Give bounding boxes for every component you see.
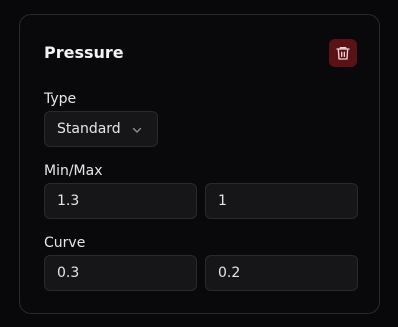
pressure-card: Pressure Type Standard Min/Max 1.3 1 Cur… xyxy=(19,14,380,314)
curve-second-input[interactable]: 0.2 xyxy=(205,255,358,291)
delete-button[interactable] xyxy=(329,39,357,67)
card-title: Pressure xyxy=(44,43,124,62)
type-label: Type xyxy=(44,91,77,107)
min-max-label: Min/Max xyxy=(44,163,103,179)
type-select[interactable]: Standard xyxy=(44,111,158,147)
max-input[interactable]: 1 xyxy=(205,183,358,219)
curve-first-input[interactable]: 0.3 xyxy=(44,255,197,291)
min-input[interactable]: 1.3 xyxy=(44,183,197,219)
chevron-down-icon xyxy=(132,127,142,133)
curve-label: Curve xyxy=(44,235,86,251)
trash-icon xyxy=(336,47,350,60)
type-select-value: Standard xyxy=(57,121,121,137)
